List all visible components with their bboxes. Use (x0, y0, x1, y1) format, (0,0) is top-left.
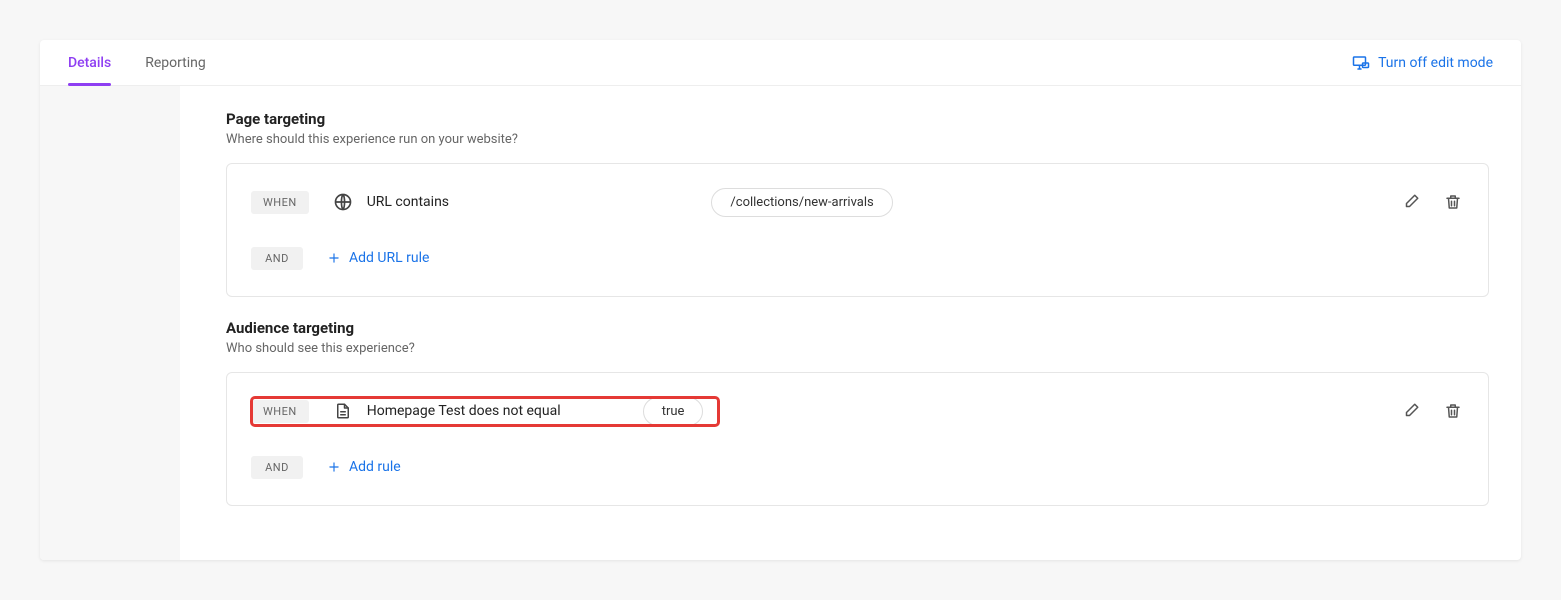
and-badge: AND (251, 247, 303, 270)
monitor-icon (1352, 54, 1370, 72)
audience-targeting-title: Audience targeting (226, 319, 1489, 337)
audience-targeting-rule-row: WHEN (251, 383, 1464, 439)
document-icon (333, 401, 353, 421)
audience-targeting-box: WHEN (226, 372, 1489, 506)
page-targeting-box: WHEN U (226, 163, 1489, 297)
add-audience-rule-button[interactable]: Add rule (327, 459, 401, 475)
tab-reporting[interactable]: Reporting (145, 40, 206, 85)
url-contains-label: URL contains (367, 194, 449, 210)
tab-bar: Details Reporting Turn off edit mode (40, 40, 1521, 86)
and-badge: AND (251, 456, 303, 479)
left-gutter (40, 86, 180, 560)
page-targeting-rule-row: WHEN U (251, 174, 1464, 230)
page-targeting-subtitle: Where should this experience run on your… (226, 132, 1489, 147)
delete-page-rule-button[interactable] (1442, 191, 1464, 213)
url-value-pill[interactable]: /collections/new-arrivals (711, 188, 892, 217)
audience-targeting-add-row: AND Add rule (251, 439, 1464, 495)
page-targeting-title: Page targeting (226, 110, 1489, 128)
delete-audience-rule-button[interactable] (1442, 400, 1464, 422)
add-audience-rule-label: Add rule (349, 459, 401, 475)
plus-icon (327, 251, 341, 265)
globe-icon (333, 192, 353, 212)
add-url-rule-button[interactable]: Add URL rule (327, 250, 429, 266)
edit-audience-rule-button[interactable] (1400, 400, 1422, 422)
page-targeting-add-row: AND Add URL rule (251, 230, 1464, 286)
when-badge: WHEN (251, 400, 309, 423)
when-badge: WHEN (251, 191, 309, 214)
audience-value-pill[interactable]: true (643, 397, 704, 426)
homepage-test-label: Homepage Test does not equal (367, 403, 561, 419)
toggle-edit-mode-button[interactable]: Turn off edit mode (1352, 54, 1493, 72)
toggle-edit-label: Turn off edit mode (1378, 55, 1493, 71)
tab-details[interactable]: Details (68, 40, 111, 85)
plus-icon (327, 460, 341, 474)
audience-targeting-subtitle: Who should see this experience? (226, 341, 1489, 356)
edit-page-rule-button[interactable] (1400, 191, 1422, 213)
settings-card: Details Reporting Turn off edit mode (40, 40, 1521, 560)
add-url-rule-label: Add URL rule (349, 250, 429, 266)
